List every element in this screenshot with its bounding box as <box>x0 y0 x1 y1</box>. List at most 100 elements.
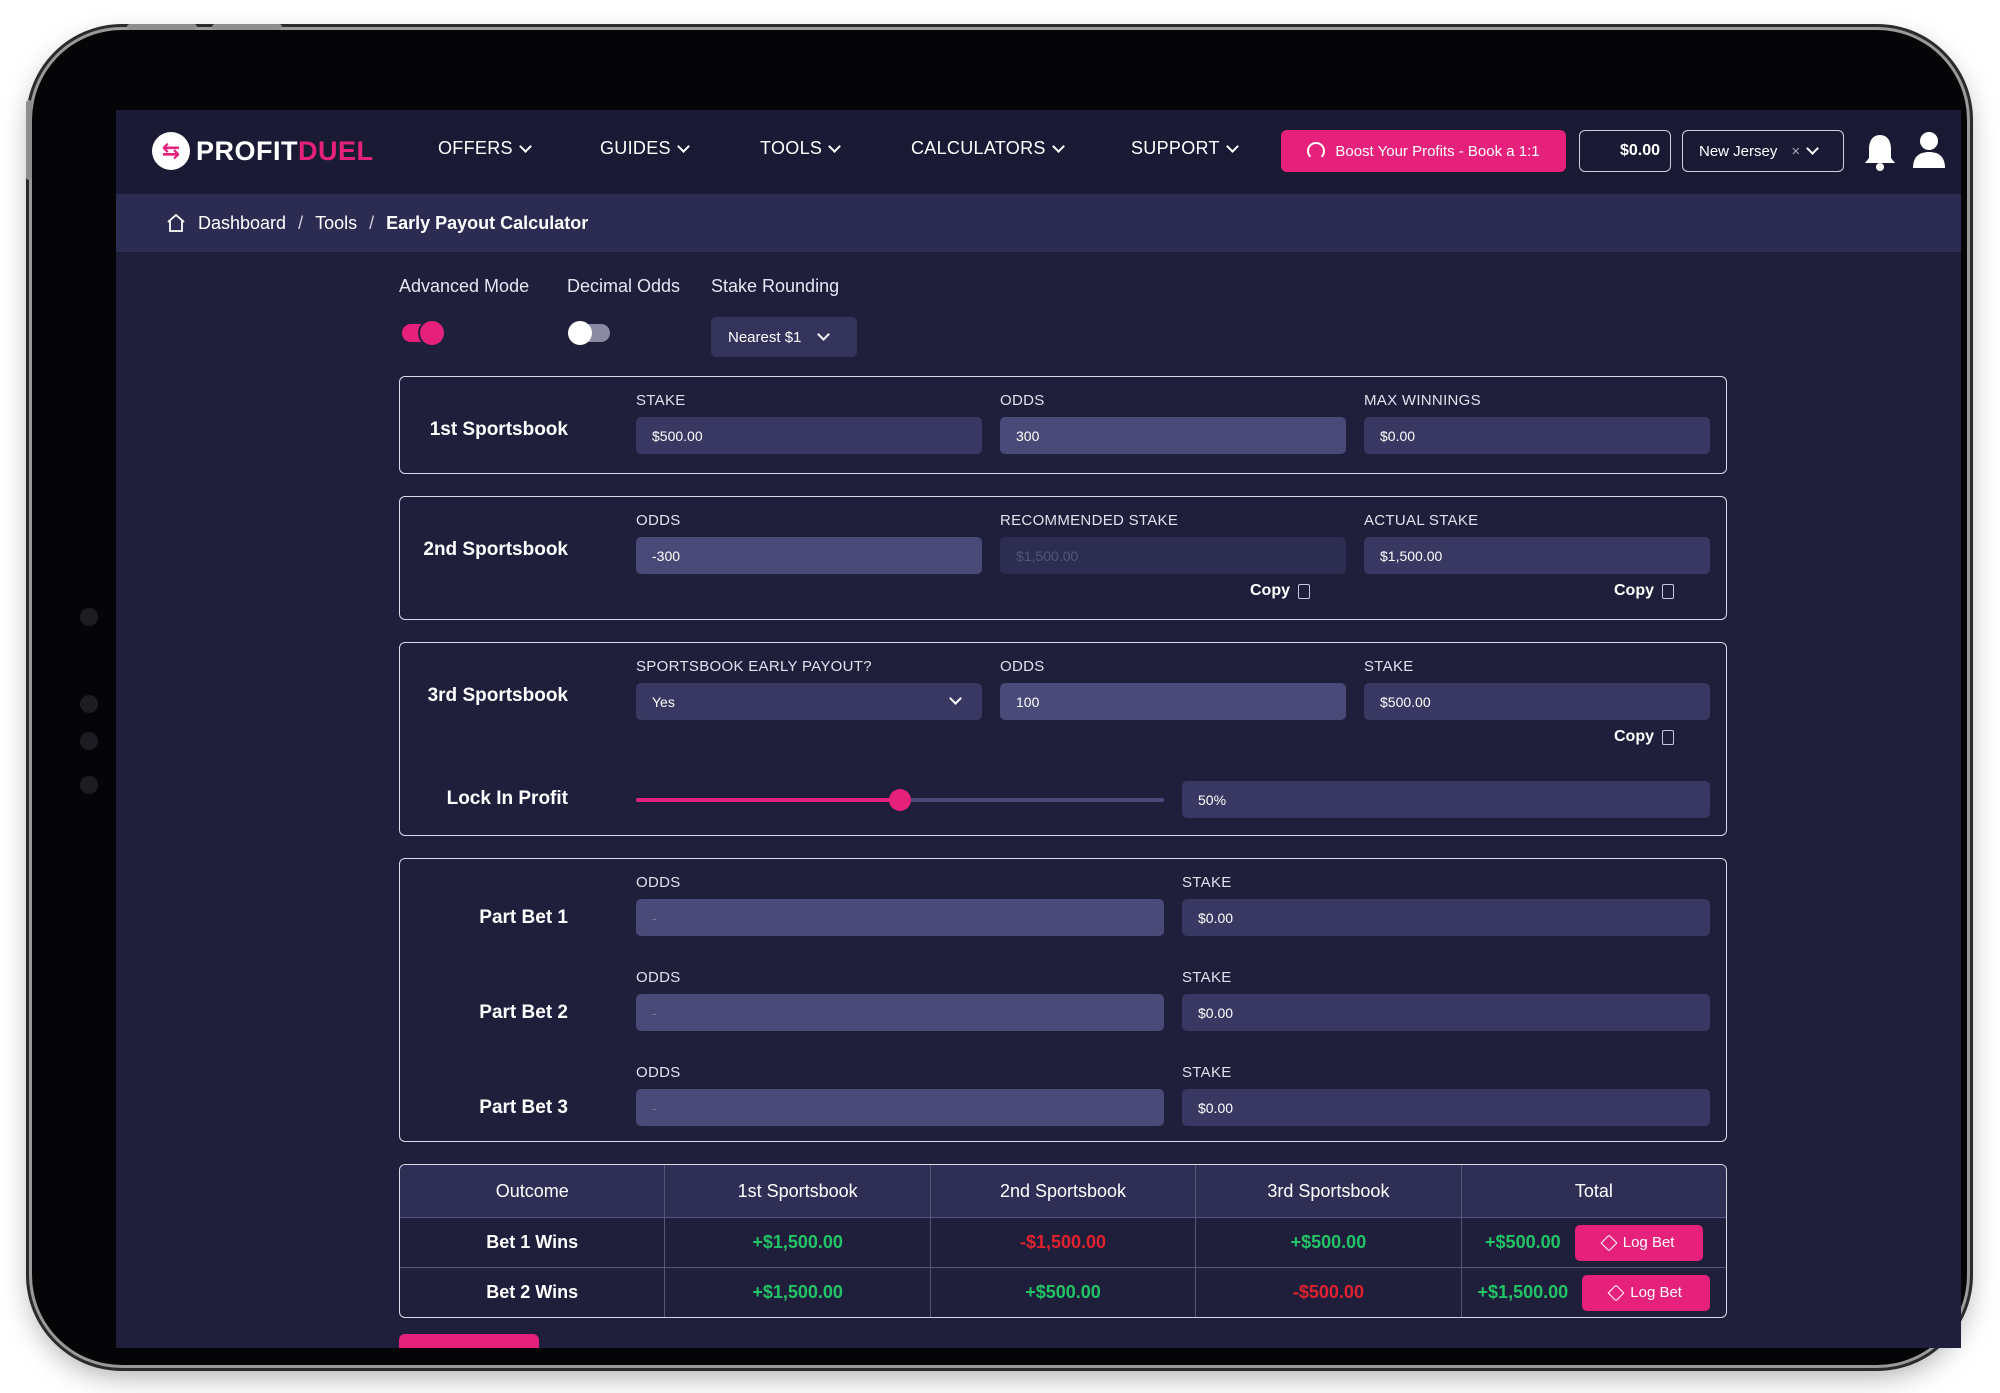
boost-profits-button[interactable]: Boost Your Profits - Book a 1:1 <box>1281 130 1566 172</box>
early-payout-label: SPORTSBOOK EARLY PAYOUT? <box>636 658 872 675</box>
state-select[interactable]: New Jersey × <box>1682 130 1844 172</box>
stake-label: STAKE <box>1364 658 1414 675</box>
nav-tools[interactable]: TOOLS <box>760 138 842 159</box>
slider-handle[interactable] <box>889 789 911 811</box>
breadcrumb-separator: / <box>298 212 304 233</box>
copy-label: Copy <box>1614 728 1654 745</box>
toggle-knob <box>420 321 444 345</box>
header-total: Total <box>1574 1180 1613 1201</box>
user-icon[interactable] <box>1911 130 1947 170</box>
log-bet-button[interactable]: Log Bet <box>1582 1274 1711 1311</box>
boost-profits-label: Boost Your Profits - Book a 1:1 <box>1335 142 1540 160</box>
copy-recommended-stake-button[interactable]: Copy <box>1250 582 1310 600</box>
pencil-icon <box>1607 1284 1625 1301</box>
advanced-mode-toggle[interactable] <box>402 321 444 345</box>
decimal-odds-toggle[interactable] <box>568 321 610 345</box>
sportsbook-1-odds-input[interactable]: 300 <box>1000 417 1346 454</box>
nav-guides[interactable]: GUIDES <box>600 138 690 159</box>
sportsbook-1-card: 1st Sportsbook STAKE $500.00 ODDS 300 MA… <box>399 376 1727 474</box>
max-winnings-label: MAX WINNINGS <box>1364 392 1481 409</box>
chevron-down-icon <box>676 139 690 153</box>
part-bet-1-odds-input[interactable]: - <box>636 899 1164 936</box>
outcome-cell: Bet 1 Wins <box>400 1218 666 1267</box>
part-bet-2-title: Part Bet 2 <box>479 1002 568 1023</box>
part-bet-2-stake-input[interactable]: $0.00 <box>1182 994 1710 1031</box>
stake-rounding-label: Stake Rounding <box>711 276 840 296</box>
log-bet-button[interactable]: Log Bet <box>1574 1224 1703 1261</box>
sportsbook-2-title: 2nd Sportsbook <box>423 539 568 560</box>
sportsbook-1-stake-input[interactable]: $500.00 <box>636 417 982 454</box>
tablet-sensor <box>80 776 98 794</box>
nav-support[interactable]: SUPPORT <box>1131 138 1239 159</box>
total-result: +$1,500.00 <box>1477 1282 1569 1302</box>
tablet-sensor <box>80 695 98 713</box>
copy-icon <box>1662 583 1674 599</box>
odds-label: ODDS <box>1000 392 1045 409</box>
sportsbook-2-result: -$1,500.00 <box>1019 1232 1107 1252</box>
nav-support-label: SUPPORT <box>1131 138 1220 158</box>
home-icon[interactable] <box>166 213 186 233</box>
sportsbook-2-result: +$500.00 <box>1025 1282 1101 1302</box>
logo-text-profit: PROFIT <box>196 135 298 166</box>
table-row: Bet 1 Wins +$1,500.00 -$1,500.00 +$500.0… <box>400 1217 1726 1267</box>
copy-icon <box>1298 583 1310 599</box>
max-winnings-input[interactable]: $0.00 <box>1364 417 1710 454</box>
breadcrumb-separator: / <box>369 212 375 233</box>
sportsbook-3-card: 3rd Sportsbook SPORTSBOOK EARLY PAYOUT? … <box>399 642 1727 836</box>
nav-calculators-label: CALCULATORS <box>911 138 1046 158</box>
chevron-down-icon <box>1051 139 1065 153</box>
nav-offers[interactable]: OFFERS <box>438 138 532 159</box>
breadcrumb: Dashboard / Tools / Early Payout Calcula… <box>116 194 1961 252</box>
sportsbook-3-result: -$500.00 <box>1292 1282 1364 1302</box>
header-sportsbook-2: 2nd Sportsbook <box>931 1165 1197 1217</box>
outcome-cell: Bet 2 Wins <box>400 1268 666 1317</box>
bell-icon[interactable] <box>1863 132 1897 172</box>
stake-label: STAKE <box>1182 1064 1232 1081</box>
part-bet-3-stake-input[interactable]: $0.00 <box>1182 1089 1710 1126</box>
tablet-top-button <box>127 24 197 30</box>
nav-offers-label: OFFERS <box>438 138 513 158</box>
balance-display[interactable]: $0.00 <box>1579 130 1671 172</box>
slider-fill <box>636 798 900 802</box>
sportsbook-3-odds-input[interactable]: 100 <box>1000 683 1346 720</box>
clear-button[interactable] <box>399 1334 539 1348</box>
nav-tools-label: TOOLS <box>760 138 823 158</box>
header-sportsbook-3: 3rd Sportsbook <box>1196 1165 1462 1217</box>
actual-stake-input[interactable]: $1,500.00 <box>1364 537 1710 574</box>
copy-actual-stake-button[interactable]: Copy <box>1614 582 1674 600</box>
top-navbar: ⇆ PROFITDUEL OFFERS GUIDES TOOLS CALCULA… <box>116 110 1961 194</box>
breadcrumb-tools[interactable]: Tools <box>315 213 357 234</box>
tablet-sensor <box>80 608 98 626</box>
early-payout-select[interactable]: Yes <box>636 683 982 720</box>
actual-stake-label: ACTUAL STAKE <box>1364 512 1479 529</box>
logo-text: PROFITDUEL <box>196 136 374 167</box>
copy-stake-button[interactable]: Copy <box>1614 728 1674 746</box>
sportsbook-2-odds-input[interactable]: -300 <box>636 537 982 574</box>
stake-rounding-select[interactable]: Nearest $1 <box>711 317 857 357</box>
stake-label: STAKE <box>1182 874 1232 891</box>
lock-in-profit-input[interactable]: 50% <box>1182 781 1710 818</box>
nav-calculators[interactable]: CALCULATORS <box>911 138 1065 159</box>
log-bet-label: Log Bet <box>1630 1284 1682 1301</box>
sportsbook-3-title: 3rd Sportsbook <box>427 685 568 706</box>
sportsbook-2-card: 2nd Sportsbook ODDS -300 RECOMMENDED STA… <box>399 496 1727 620</box>
breadcrumb-dashboard[interactable]: Dashboard <box>198 213 286 234</box>
advanced-mode-label: Advanced Mode <box>399 276 530 296</box>
tablet-side-button <box>26 100 32 180</box>
part-bet-3-title: Part Bet 3 <box>479 1097 568 1118</box>
odds-label: ODDS <box>636 512 681 529</box>
decimal-odds-label: Decimal Odds <box>567 276 681 296</box>
copy-icon <box>1662 729 1674 745</box>
clear-icon[interactable]: × <box>1791 143 1800 160</box>
part-bet-1-stake-input[interactable]: $0.00 <box>1182 899 1710 936</box>
odds-label: ODDS <box>636 874 681 891</box>
profitduel-logo[interactable]: ⇆ PROFITDUEL <box>152 132 374 170</box>
stake-label: STAKE <box>1182 969 1232 986</box>
early-payout-value: Yes <box>652 693 675 710</box>
part-bet-2-odds-input[interactable]: - <box>636 994 1164 1031</box>
lock-in-profit-label: Lock In Profit <box>446 788 568 809</box>
part-bet-3-odds-input[interactable]: - <box>636 1089 1164 1126</box>
sportsbook-3-stake-input[interactable]: $500.00 <box>1364 683 1710 720</box>
lock-in-profit-slider[interactable] <box>636 788 1164 812</box>
stake-rounding-value: Nearest $1 <box>728 328 802 346</box>
